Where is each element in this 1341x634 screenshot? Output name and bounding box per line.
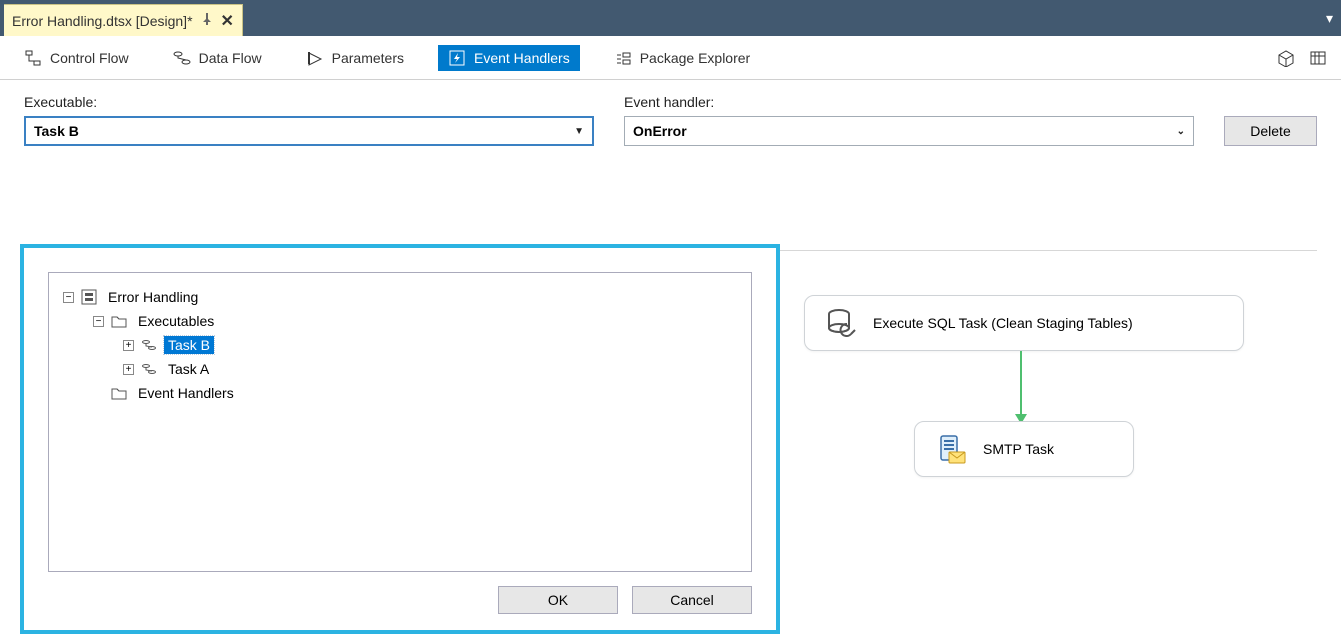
tab-data-flow[interactable]: Data Flow: [163, 45, 272, 71]
data-flow-icon: [173, 49, 191, 67]
chevron-down-icon: ▼: [574, 126, 584, 137]
event-handlers-icon: [448, 49, 466, 67]
expand-icon[interactable]: +: [123, 364, 134, 375]
event-handler-value: OnError: [633, 123, 687, 139]
package-icon[interactable]: [1277, 49, 1295, 67]
tab-label: Event Handlers: [474, 50, 570, 66]
tree-label: Task A: [164, 360, 213, 378]
package-explorer-icon: [614, 49, 632, 67]
window-titlebar: Error Handling.dtsx [Design]* ✕ ▾: [0, 0, 1341, 36]
executable-dropdown[interactable]: Task B ▼: [24, 116, 594, 146]
flow-node-smtp[interactable]: SMTP Task: [914, 421, 1134, 477]
tree-label: Executables: [134, 312, 218, 330]
ok-button[interactable]: OK: [498, 586, 618, 614]
data-flow-task-icon: [140, 361, 158, 377]
tab-parameters[interactable]: Parameters: [296, 45, 414, 71]
data-flow-task-icon: [140, 337, 158, 353]
executable-value: Task B: [34, 123, 79, 139]
event-handler-label: Event handler:: [624, 94, 1194, 110]
close-icon[interactable]: ✕: [221, 11, 234, 31]
tree-label: Event Handlers: [134, 384, 238, 402]
executable-tree[interactable]: − Error Handling − Executables +: [48, 272, 752, 572]
cancel-button[interactable]: Cancel: [632, 586, 752, 614]
tree-row-task-b[interactable]: + Task B: [63, 333, 737, 357]
tree-row-root[interactable]: − Error Handling: [63, 285, 737, 309]
parameters-icon: [306, 49, 324, 67]
tab-label: Data Flow: [199, 50, 262, 66]
executable-label: Executable:: [24, 94, 594, 110]
tab-event-handlers[interactable]: Event Handlers: [438, 45, 580, 71]
delete-button[interactable]: Delete: [1224, 116, 1317, 146]
flow-node-label: Execute SQL Task (Clean Staging Tables): [873, 315, 1133, 331]
tree-row-task-a[interactable]: + Task A: [63, 357, 737, 381]
control-flow-icon: [24, 49, 42, 67]
package-node-icon: [80, 289, 98, 305]
document-tab[interactable]: Error Handling.dtsx [Design]* ✕: [4, 4, 243, 36]
tab-label: Control Flow: [50, 50, 129, 66]
flow-arrow: [1020, 351, 1022, 423]
delete-button-label: Delete: [1250, 123, 1290, 139]
tab-package-explorer[interactable]: Package Explorer: [604, 45, 761, 71]
tab-label: Parameters: [332, 50, 404, 66]
tree-label: Error Handling: [104, 288, 202, 306]
chevron-down-icon[interactable]: ▾: [1326, 10, 1333, 27]
tab-label: Package Explorer: [640, 50, 751, 66]
tab-control-flow[interactable]: Control Flow: [14, 45, 139, 71]
document-tab-title: Error Handling.dtsx [Design]*: [12, 13, 193, 29]
folder-icon: [110, 313, 128, 329]
collapse-icon[interactable]: −: [63, 292, 74, 303]
expand-icon[interactable]: +: [123, 340, 134, 351]
collapse-icon[interactable]: −: [93, 316, 104, 327]
variables-icon[interactable]: [1309, 49, 1327, 67]
pin-icon[interactable]: [201, 12, 213, 29]
tree-row-event-handlers[interactable]: Event Handlers: [63, 381, 737, 405]
folder-icon: [110, 385, 128, 401]
executable-tree-popup: − Error Handling − Executables +: [20, 244, 780, 634]
chevron-down-icon: ⌄: [1177, 126, 1185, 137]
database-icon: [825, 306, 859, 340]
tree-row-executables[interactable]: − Executables: [63, 309, 737, 333]
flow-node-label: SMTP Task: [983, 441, 1054, 457]
mail-server-icon: [935, 432, 969, 466]
tree-label: Task B: [164, 336, 214, 354]
design-tabs-toolbar: Control Flow Data Flow Parameters Event …: [0, 36, 1341, 80]
flow-node-execute-sql[interactable]: Execute SQL Task (Clean Staging Tables): [804, 295, 1244, 351]
event-handler-dropdown[interactable]: OnError ⌄: [624, 116, 1194, 146]
